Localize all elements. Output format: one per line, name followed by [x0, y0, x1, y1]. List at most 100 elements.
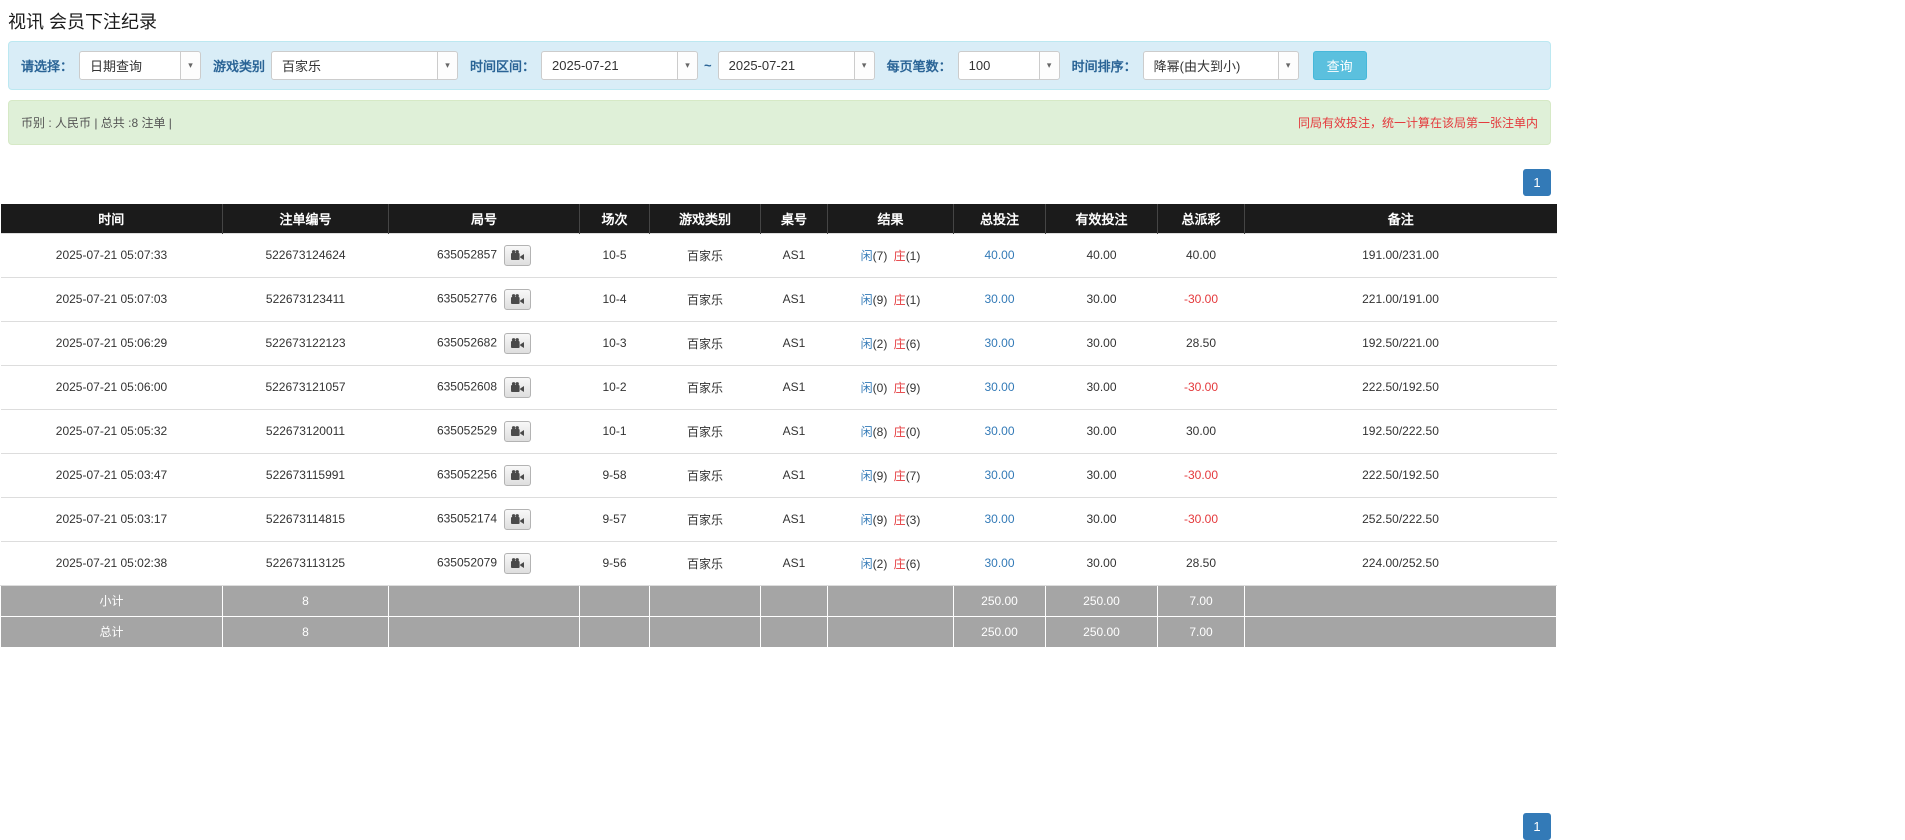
cell-bet-id: 522673121057	[222, 365, 389, 410]
cell-payout: -30.00	[1157, 365, 1245, 410]
total-bet-link[interactable]: 30.00	[984, 424, 1014, 438]
result-banker: 庄	[893, 556, 906, 571]
cell-round-id: 635052682	[388, 321, 580, 366]
header-payout: 总派彩	[1157, 204, 1245, 233]
cell-total-bet: 30.00	[953, 453, 1046, 498]
chevron-down-icon: ▾	[1277, 52, 1298, 79]
subtotal-empty-cell	[388, 584, 580, 617]
total-bet-link[interactable]: 40.00	[984, 248, 1014, 262]
total-bet-link[interactable]: 30.00	[984, 380, 1014, 394]
subtotal-empty-cell	[649, 584, 761, 617]
cell-payout: -30.00	[1157, 277, 1245, 322]
cell-table-no: AS1	[760, 497, 828, 542]
result-player: 闲	[860, 556, 873, 571]
total-bet-link[interactable]: 30.00	[984, 512, 1014, 526]
game-type-select[interactable]: 百家乐 ▾	[271, 51, 459, 80]
round-id-text: 635052079	[436, 555, 498, 570]
cell-result: 闲(9) 庄(3)	[827, 497, 954, 542]
cell-table-no: AS1	[760, 321, 828, 366]
table-row: 2025-07-21 05:07:03 522673123411 6350527…	[0, 277, 1557, 322]
currency-total-text: 币别 : 人民币 | 总共 :8 注单 |	[21, 116, 172, 130]
cell-valid-bet: 40.00	[1045, 232, 1158, 278]
cell-remark: 252.50/222.50	[1244, 497, 1557, 542]
cell-valid-bet: 30.00	[1045, 321, 1158, 366]
video-camera-icon	[511, 381, 525, 392]
cell-game-type: 百家乐	[649, 365, 761, 410]
video-camera-icon	[511, 513, 525, 524]
result-player: 闲	[860, 292, 873, 307]
cell-remark: 222.50/192.50	[1244, 453, 1557, 498]
cell-total-bet: 30.00	[953, 409, 1046, 454]
cell-valid-bet: 30.00	[1045, 541, 1158, 586]
subtotal-empty-cell	[1244, 584, 1557, 617]
total-bet-link[interactable]: 30.00	[984, 556, 1014, 570]
chevron-down-icon: ▾	[180, 52, 201, 79]
video-replay-button[interactable]	[504, 244, 532, 266]
result-banker: 庄	[893, 336, 906, 351]
cell-game-type: 百家乐	[649, 232, 761, 278]
result-player-score: (0)	[872, 380, 888, 395]
cell-round-id: 635052776	[388, 277, 580, 322]
total-empty-cell	[827, 615, 954, 648]
round-id-text: 635052174	[436, 511, 498, 526]
subtotal-empty-cell	[579, 584, 650, 617]
result-banker-score: (6)	[905, 336, 921, 351]
pagination-page-1[interactable]: 1	[1523, 812, 1551, 840]
subtotal-total-bet: 250.00	[953, 584, 1046, 617]
search-button[interactable]: 查询	[1312, 51, 1367, 80]
video-replay-button[interactable]	[504, 288, 532, 310]
date-from-value: 2025-07-21	[552, 58, 619, 73]
result-player: 闲	[860, 336, 873, 351]
cell-game-type: 百家乐	[649, 409, 761, 454]
video-replay-button[interactable]	[504, 376, 532, 398]
time-sort-select[interactable]: 降幂(由大到小) ▾	[1142, 51, 1299, 80]
select-label: 请选择：	[21, 59, 74, 74]
cell-result: 闲(7) 庄(1)	[827, 232, 954, 278]
cell-game-type: 百家乐	[649, 321, 761, 366]
header-total-bet: 总投注	[953, 204, 1046, 233]
cell-session: 9-58	[579, 453, 650, 498]
cell-payout: -30.00	[1157, 453, 1245, 498]
cell-total-bet: 30.00	[953, 277, 1046, 322]
video-replay-button[interactable]	[504, 464, 532, 486]
total-bet-link[interactable]: 30.00	[984, 292, 1014, 306]
date-from-select[interactable]: 2025-07-21 ▾	[541, 51, 699, 80]
video-camera-icon	[511, 469, 525, 480]
header-bet-id: 注单编号	[222, 204, 389, 233]
cell-time: 2025-07-21 05:02:38	[0, 541, 223, 586]
date-to-select[interactable]: 2025-07-21 ▾	[717, 51, 875, 80]
cell-valid-bet: 30.00	[1045, 277, 1158, 322]
cell-valid-bet: 30.00	[1045, 497, 1158, 542]
table-row: 2025-07-21 05:03:47 522673115991 6350522…	[0, 453, 1557, 498]
header-round-id: 局号	[388, 204, 580, 233]
chevron-down-icon: ▾	[1038, 52, 1059, 79]
pagination-page-1[interactable]: 1	[1523, 169, 1551, 196]
video-replay-button[interactable]	[504, 420, 532, 442]
cell-result: 闲(0) 庄(9)	[827, 365, 954, 410]
table-body: 2025-07-21 05:07:33 522673124624 6350528…	[0, 232, 1557, 586]
total-bet-link[interactable]: 30.00	[984, 336, 1014, 350]
cell-payout: 28.50	[1157, 321, 1245, 366]
pagination-bottom: 1	[8, 812, 1551, 840]
cell-session: 10-1	[579, 409, 650, 454]
query-type-select[interactable]: 日期查询 ▾	[79, 51, 202, 80]
video-replay-button[interactable]	[504, 332, 532, 354]
result-player: 闲	[860, 468, 873, 483]
result-player: 闲	[860, 424, 873, 439]
page-size-select[interactable]: 100 ▾	[957, 51, 1060, 80]
page-title: 视讯 会员下注纪录	[8, 12, 158, 32]
cell-table-no: AS1	[760, 365, 828, 410]
table-row: 2025-07-21 05:02:38 522673113125 6350520…	[0, 541, 1557, 586]
result-banker-score: (7)	[905, 468, 921, 483]
video-replay-button[interactable]	[504, 508, 532, 530]
cell-bet-id: 522673114815	[222, 497, 389, 542]
video-camera-icon	[511, 293, 525, 304]
cell-total-bet: 30.00	[953, 497, 1046, 542]
total-bet-link[interactable]: 30.00	[984, 468, 1014, 482]
table-row: 2025-07-21 05:03:17 522673114815 6350521…	[0, 497, 1557, 542]
video-replay-button[interactable]	[504, 552, 532, 574]
round-id-text: 635052682	[436, 335, 498, 350]
result-banker: 庄	[893, 468, 906, 483]
total-label: 总计	[0, 615, 223, 648]
cell-result: 闲(9) 庄(7)	[827, 453, 954, 498]
